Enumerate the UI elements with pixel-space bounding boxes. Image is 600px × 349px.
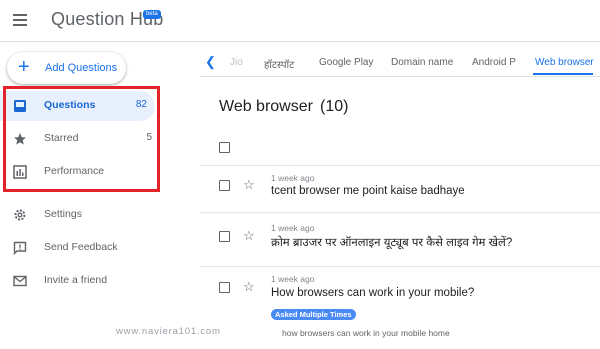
sidebar-item-label: Settings (44, 208, 82, 220)
top-app-bar: Question Hub beta (0, 0, 600, 42)
sidebar-item-label: Invite a friend (44, 274, 108, 286)
feedback-icon (13, 241, 27, 255)
tab-google-play[interactable]: Google Play (319, 57, 373, 68)
related-question-text: how browsers can work in your mobile hom… (282, 328, 450, 338)
tab-domain-name[interactable]: Domain name (391, 57, 453, 68)
question-time: 1 week ago (271, 223, 315, 233)
tab-android-p[interactable]: Android P (472, 57, 516, 68)
mail-icon (13, 275, 27, 287)
question-text[interactable]: How browsers can work in your mobile? (271, 287, 474, 299)
tab-jio[interactable]: Jio (230, 57, 243, 68)
sidebar-item-invite-friend[interactable]: Invite a friend (0, 266, 160, 296)
question-time: 1 week ago (271, 173, 315, 183)
question-count: (10) (320, 98, 349, 115)
star-icon[interactable]: ☆ (243, 229, 255, 242)
beta-badge: beta (143, 10, 161, 19)
sidebar-item-settings[interactable]: Settings (0, 200, 160, 230)
active-tab-indicator (533, 73, 593, 75)
asked-multiple-times-badge: Asked Multiple Times (271, 309, 356, 320)
gear-icon (14, 209, 26, 221)
highlight-annotation-box (3, 86, 160, 192)
chevron-left-icon[interactable]: ❮ (205, 54, 216, 70)
add-questions-label: Add Questions (45, 62, 118, 74)
divider (200, 266, 600, 267)
tab-web-browser[interactable]: Web browser (535, 57, 594, 68)
question-checkbox[interactable] (219, 282, 230, 293)
add-questions-button[interactable]: + Add Questions (7, 52, 126, 84)
star-icon[interactable]: ☆ (243, 178, 255, 191)
divider (200, 212, 600, 213)
question-text[interactable]: tcent browser me point kaise badhaye (271, 185, 465, 197)
question-text[interactable]: क्रोम ब्राउजर पर ऑनलाइन यूट्यूब पर कैसे … (271, 235, 512, 250)
sidebar-item-label: Send Feedback (44, 241, 118, 253)
select-all-checkbox[interactable] (219, 142, 230, 153)
divider (200, 165, 600, 166)
hamburger-menu-icon[interactable] (13, 14, 27, 26)
page-title: Web browser (219, 98, 313, 115)
watermark: www.naviera101.com (116, 326, 221, 337)
plus-icon: + (18, 56, 30, 78)
question-checkbox[interactable] (219, 231, 230, 242)
star-icon[interactable]: ☆ (243, 280, 255, 293)
sidebar-item-send-feedback[interactable]: Send Feedback (0, 233, 160, 263)
question-time: 1 week ago (271, 274, 315, 284)
tab-hotspot[interactable]: हॉटस्पॉट (264, 57, 294, 71)
question-checkbox[interactable] (219, 180, 230, 191)
